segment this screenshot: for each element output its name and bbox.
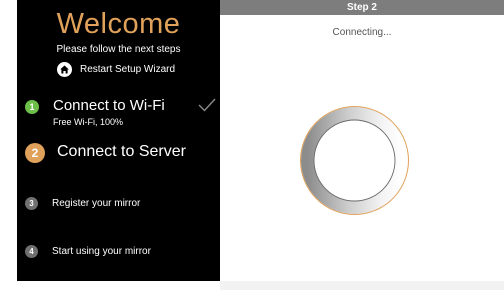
step-4-text: Start using your mirror	[52, 245, 151, 257]
connection-status: Connecting...	[332, 27, 392, 38]
step-2-badge: 2	[25, 143, 45, 163]
instructions-text: Please follow the next steps	[56, 44, 181, 55]
step-register-mirror: 3 Register your mirror	[25, 197, 220, 210]
loading-spinner	[300, 106, 409, 215]
step-2-text: Connect to Server	[57, 143, 186, 161]
step-3-text: Register your mirror	[52, 197, 140, 209]
step-start-using-mirror: 4 Start using your mirror	[25, 245, 220, 258]
sidebar: Welcome Please follow the next steps Res…	[17, 0, 220, 281]
step-1-badge: 1	[25, 100, 39, 114]
step-2-title: Connect to Server	[57, 143, 186, 160]
step-1-title: Connect to Wi-Fi	[53, 97, 165, 114]
step-1-text: Connect to Wi-Fi Free Wi-Fi, 100%	[53, 97, 165, 127]
step-connect-wifi: 1 Connect to Wi-Fi Free Wi-Fi, 100%	[25, 97, 220, 127]
step-4-title: Start using your mirror	[52, 246, 151, 257]
restart-setup-wizard-label: Restart Setup Wizard	[80, 63, 176, 75]
restart-setup-wizard-button[interactable]: Restart Setup Wizard	[57, 61, 175, 77]
checkmark-icon	[198, 98, 216, 112]
step-4-badge: 4	[25, 245, 38, 258]
home-icon	[57, 61, 72, 77]
step-connect-server: 2 Connect to Server	[25, 143, 220, 163]
step-3-badge: 3	[25, 197, 38, 210]
bottom-bar	[220, 281, 504, 290]
step-3-title: Register your mirror	[52, 198, 141, 209]
welcome-title: Welcome	[56, 8, 181, 40]
setup-wizard-screen: Welcome Please follow the next steps Res…	[0, 0, 504, 290]
step-1-subtitle: Free Wi-Fi, 100%	[53, 117, 124, 127]
step-header: Step 2	[220, 0, 504, 15]
